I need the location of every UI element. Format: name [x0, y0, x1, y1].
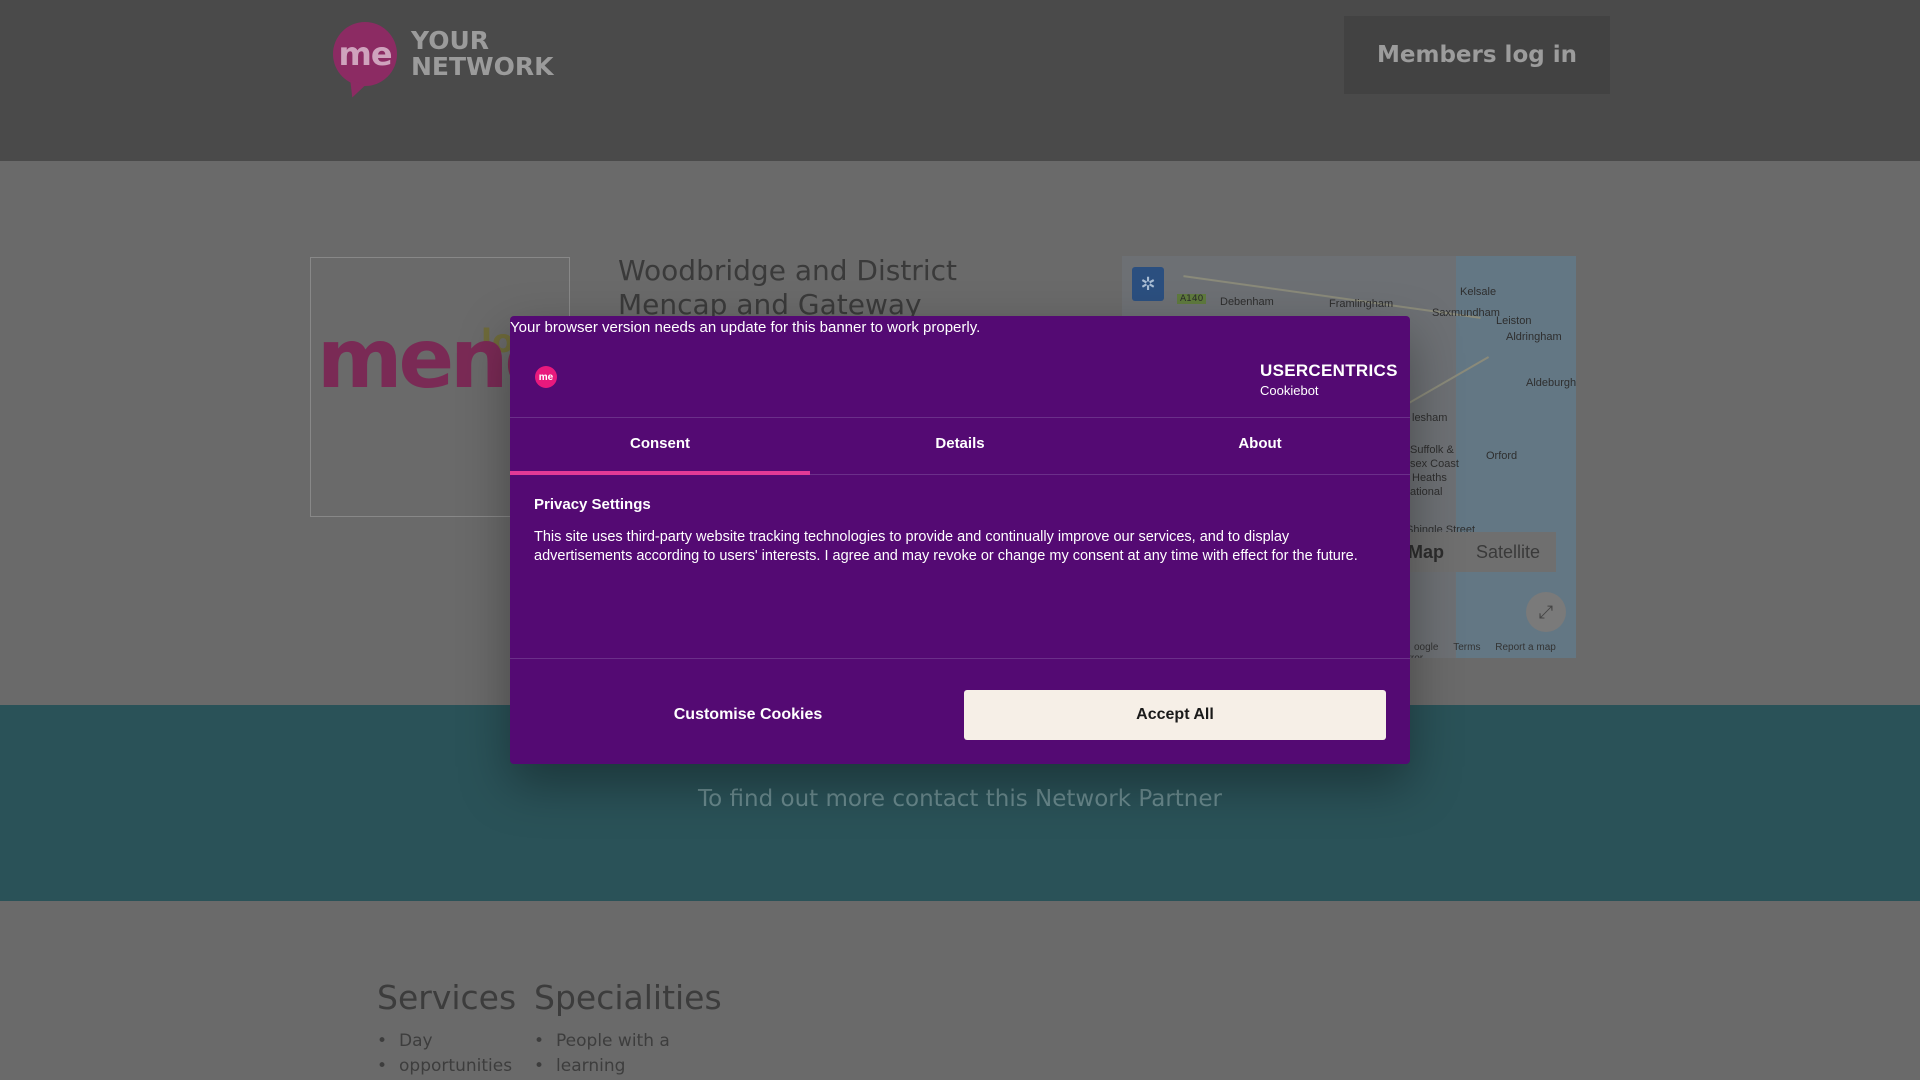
- usercentrics-logo[interactable]: USERCENTRICS Cookiebot: [1260, 361, 1398, 398]
- provider-product: Cookiebot: [1260, 383, 1319, 398]
- map-label: ational: [1410, 486, 1443, 498]
- browser-update-warning: Your browser version needs an update for…: [510, 319, 981, 336]
- dialog-divider: [510, 658, 1410, 659]
- list-item: opportunities: [377, 1054, 516, 1079]
- map-terms-link[interactable]: Terms: [1453, 642, 1480, 653]
- services-list: Day opportunities: [377, 1029, 516, 1079]
- map-location-icon[interactable]: ✲: [1132, 267, 1164, 301]
- specialities-list: People with a learning: [534, 1029, 722, 1079]
- provider-name: USERCENTRICS: [1260, 361, 1398, 380]
- logo-line-1: YOUR: [411, 26, 490, 55]
- site-header: me YOUR NETWORK Members log in: [0, 0, 1920, 161]
- tab-about[interactable]: About: [1110, 418, 1410, 474]
- map-label: Orford: [1486, 450, 1518, 462]
- map-label: Framlingham: [1329, 298, 1394, 310]
- map-label: Heaths: [1412, 472, 1447, 484]
- contact-band-text: To find out more contact this Network Pa…: [698, 786, 1222, 812]
- list-item: learning: [534, 1054, 722, 1079]
- map-label: Kelsale: [1460, 286, 1497, 298]
- map-footer: oogle Terms Report a map error: [1402, 642, 1576, 658]
- list-item: Day: [377, 1029, 516, 1054]
- map-type-satellite-button[interactable]: Satellite: [1460, 532, 1556, 572]
- me-logo-icon: me: [333, 22, 397, 86]
- specialities-section: Specialities People with a learning: [534, 978, 722, 1079]
- consent-tabs: Consent Details About: [510, 417, 1410, 475]
- map-label: Suffolk &: [1410, 444, 1454, 456]
- map-label: Aldringham: [1506, 331, 1562, 343]
- tab-details[interactable]: Details: [810, 418, 1110, 474]
- privacy-settings-title: Privacy Settings: [534, 496, 651, 513]
- privacy-settings-text: This site uses third-party website track…: [534, 529, 1358, 564]
- cookie-consent-dialog: Your browser version needs an update for…: [510, 316, 1410, 764]
- members-login-button[interactable]: Members log in: [1344, 16, 1610, 94]
- accept-all-button[interactable]: Accept All: [964, 690, 1386, 740]
- services-section: Services Day opportunities: [377, 978, 516, 1079]
- partner-name: Woodbridge and District Mencap and Gatew…: [618, 254, 957, 321]
- map-label: sex Coast: [1410, 458, 1459, 470]
- map-attribution: oogle: [1414, 642, 1439, 653]
- site-logo[interactable]: me YOUR NETWORK: [333, 22, 554, 86]
- services-heading: Services: [377, 978, 517, 1017]
- logo-line-2: NETWORK: [411, 52, 554, 81]
- map-label: Leiston: [1496, 315, 1532, 327]
- me-logo-icon: me: [535, 366, 557, 388]
- map-label: Debenham: [1220, 296, 1274, 308]
- map-road-badge: A140: [1177, 294, 1207, 304]
- fullscreen-icon[interactable]: ⤢: [1526, 592, 1566, 632]
- map-label: Aldeburgh: [1526, 377, 1576, 389]
- map-label: Saxmundham: [1432, 307, 1500, 319]
- specialities-heading: Specialities: [534, 978, 722, 1017]
- list-item: People with a: [534, 1029, 722, 1054]
- map-type-toggle: Map Satellite: [1392, 532, 1557, 572]
- customise-cookies-button[interactable]: Customise Cookies: [534, 690, 962, 740]
- tab-consent[interactable]: Consent: [510, 418, 810, 475]
- map-label: lesham: [1412, 412, 1448, 424]
